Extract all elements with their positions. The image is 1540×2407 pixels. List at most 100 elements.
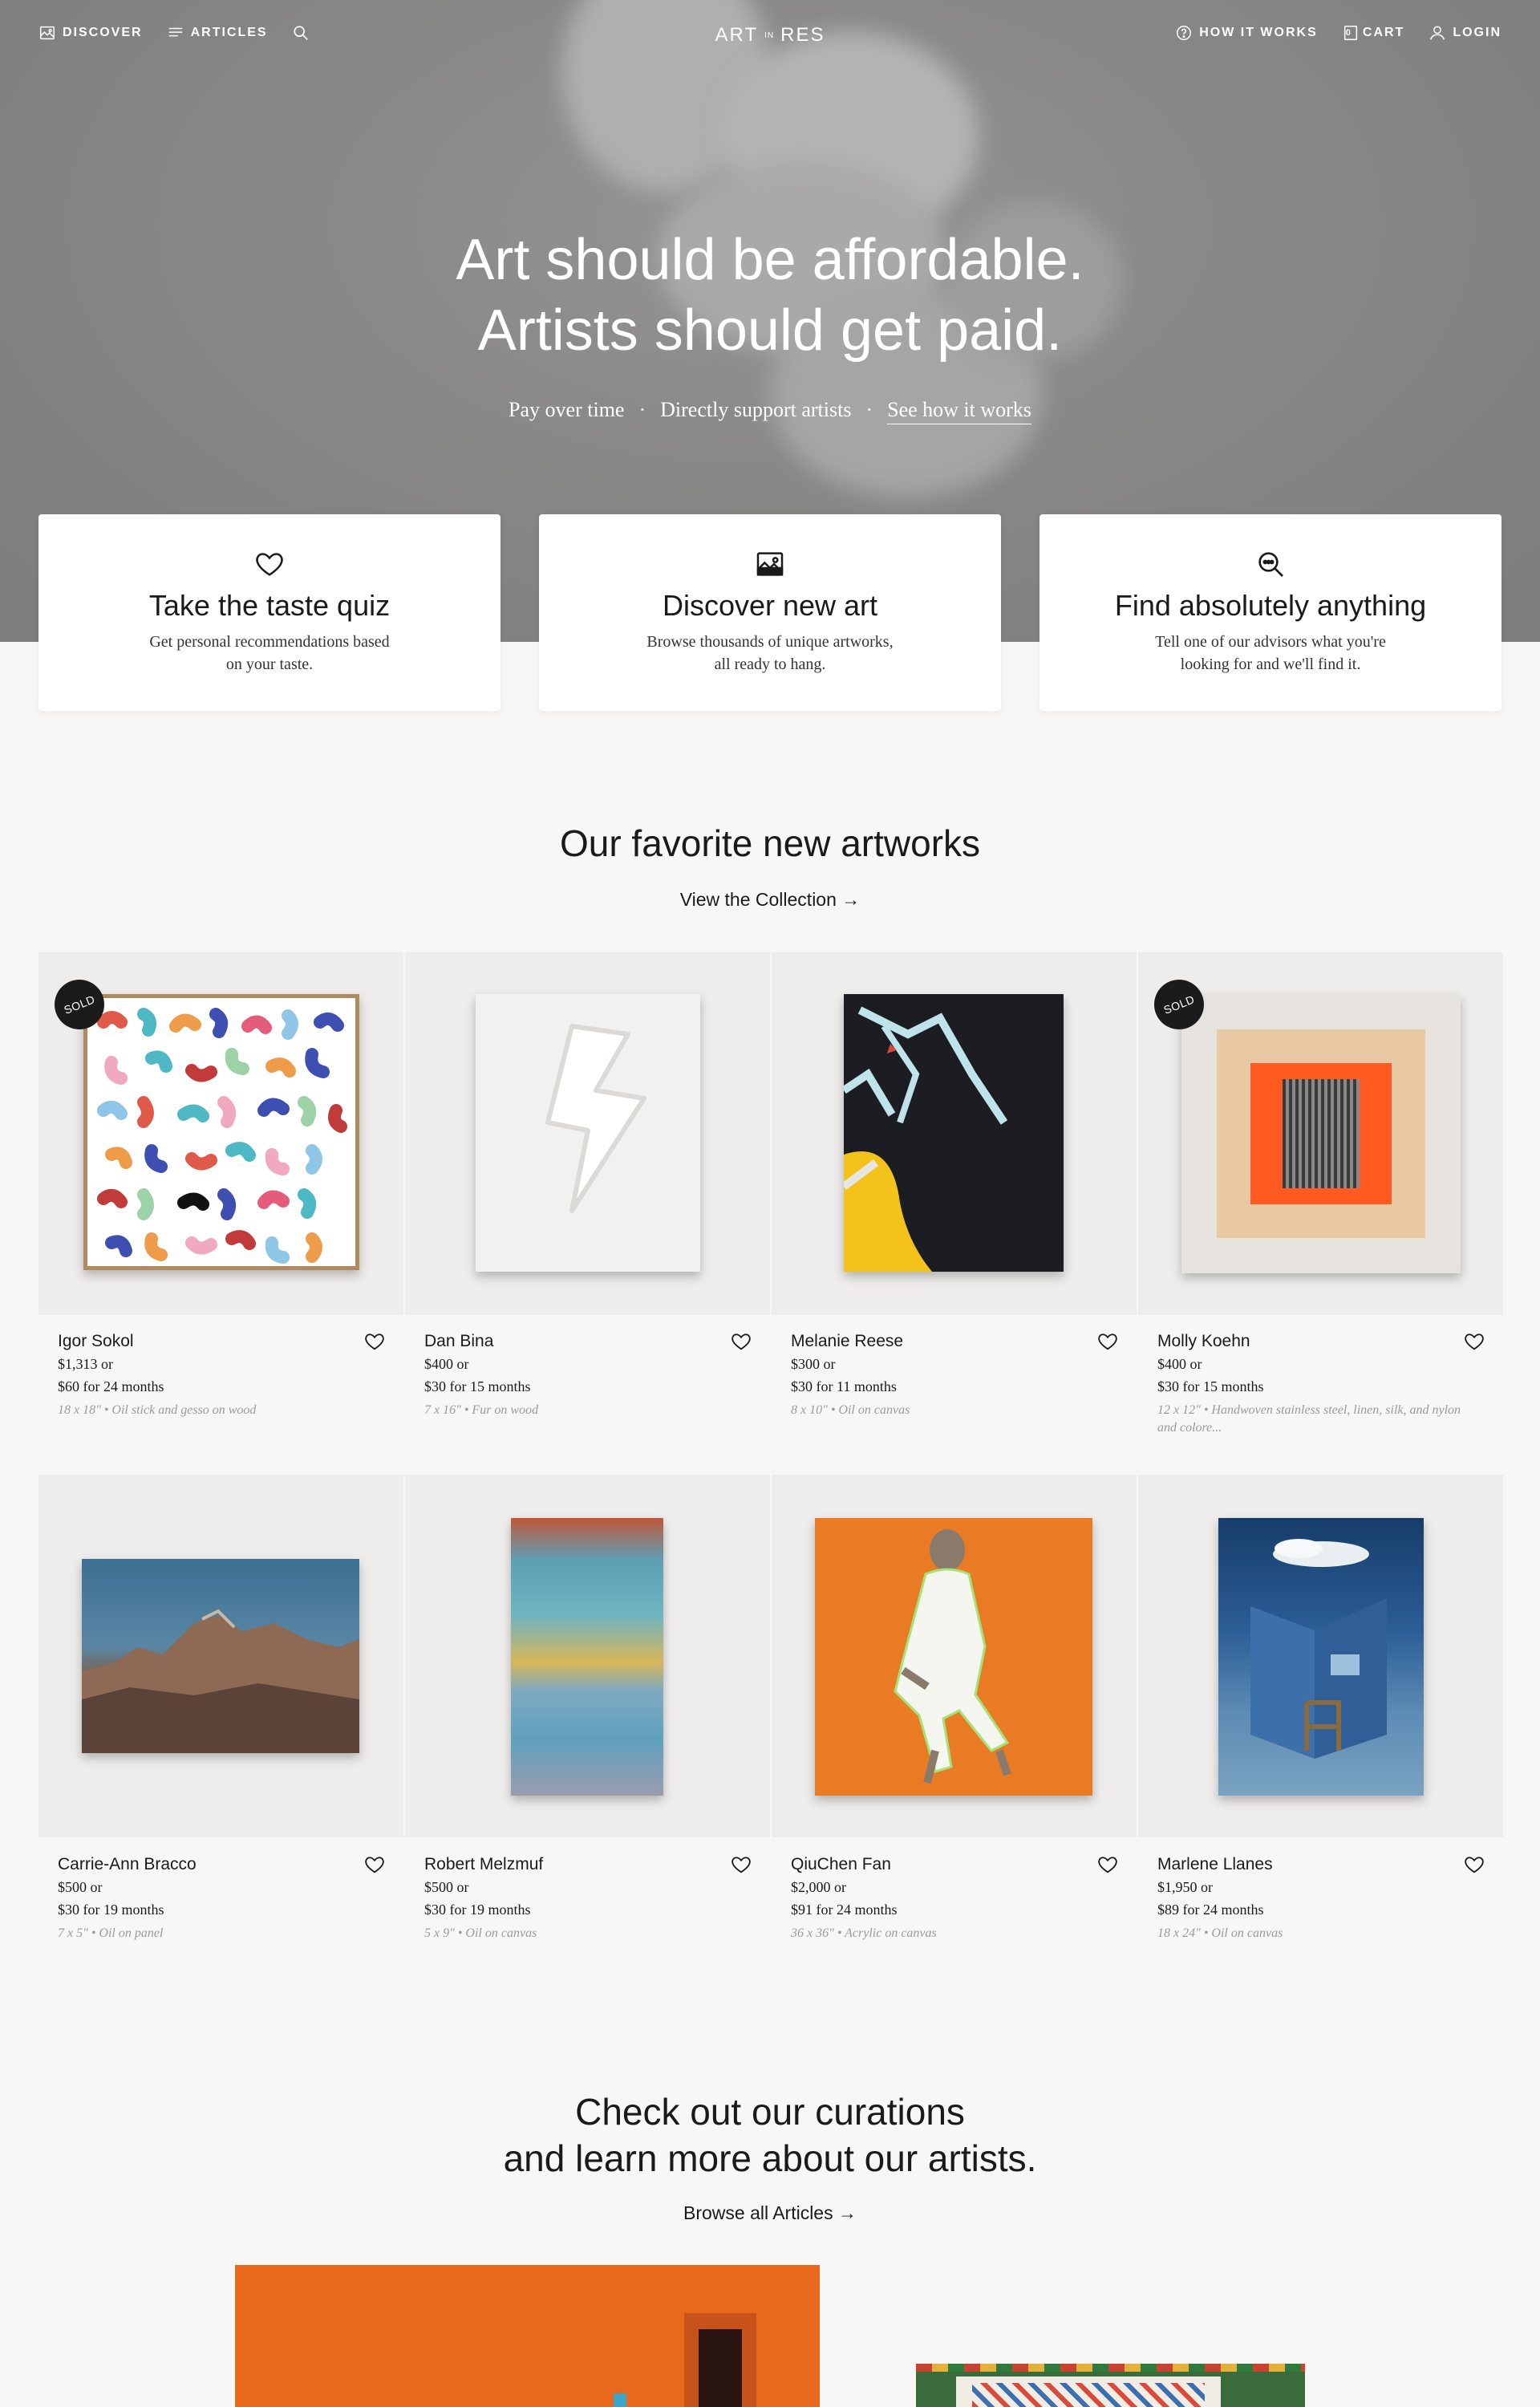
artwork-painting xyxy=(476,994,700,1272)
list-icon xyxy=(168,27,182,37)
artwork-card-image[interactable] xyxy=(772,1475,1137,1837)
hero-sub-support-artists: Directly support artists xyxy=(660,398,852,421)
nav-login[interactable]: LOGIN xyxy=(1429,24,1502,42)
search-chat-icon xyxy=(1258,552,1283,577)
hero-headline-line2: Artists should get paid. xyxy=(477,298,1063,363)
hero-headline: Art should be affordable. Artists should… xyxy=(0,225,1540,366)
artwork-details: 36 x 36" • Acrylic on canvas xyxy=(791,1926,937,1940)
nav-articles-label: ARTICLES xyxy=(190,26,268,39)
favorite-heart-icon[interactable] xyxy=(363,1853,386,1876)
artwork-painting xyxy=(82,1559,359,1753)
image-icon xyxy=(756,552,784,576)
artist-name[interactable]: Molly Koehn xyxy=(1157,1332,1250,1351)
nav-cart[interactable]: 0 CART xyxy=(1342,24,1405,42)
curations-title-line2: and learn more about our artists. xyxy=(503,2137,1037,2179)
artwork-card-image[interactable]: SOLD xyxy=(1138,952,1503,1315)
artwork-painting xyxy=(511,1518,663,1796)
artist-name[interactable]: Melanie Reese xyxy=(791,1332,903,1351)
favorite-heart-icon[interactable] xyxy=(1096,1330,1119,1353)
feature-description: Tell one of our advisors what you're loo… xyxy=(1155,633,1386,673)
artwork-price: $400 or xyxy=(1157,1356,1202,1372)
artist-name[interactable]: Dan Bina xyxy=(424,1332,493,1351)
feature-description: Browse thousands of unique artworks, all… xyxy=(646,633,894,673)
hero-headline-line1: Art should be affordable. xyxy=(456,228,1084,292)
artwork-painting xyxy=(844,994,1064,1272)
artwork-price: $400 or xyxy=(424,1356,469,1372)
nav-cart-label: CART xyxy=(1362,26,1405,39)
artwork-price: $500 or xyxy=(424,1879,469,1895)
hero-subheadline: Pay over time · Directly support artists… xyxy=(0,398,1540,424)
browse-articles-link[interactable]: Browse all Articles → xyxy=(683,2202,857,2223)
hero-see-how-it-works-link[interactable]: See how it works xyxy=(887,398,1031,424)
feature-card-discover[interactable]: Discover new art Browse thousands of uni… xyxy=(539,514,1001,711)
favorite-heart-icon[interactable] xyxy=(1463,1330,1485,1353)
favorite-heart-icon[interactable] xyxy=(1463,1853,1485,1876)
artwork-monthly: $60 for 24 months xyxy=(58,1378,164,1394)
hero-sub-separator: · xyxy=(638,398,646,421)
artwork-card-image[interactable] xyxy=(38,1475,403,1837)
artwork-painting xyxy=(1181,994,1461,1273)
nav-how-it-works[interactable]: HOW IT WORKS xyxy=(1175,24,1318,42)
artwork-monthly: $30 for 11 months xyxy=(791,1378,897,1394)
artwork-details: 18 x 18" • Oil stick and gesso on wood xyxy=(58,1403,257,1417)
site-logo[interactable]: ART IN RES xyxy=(715,24,825,47)
favorite-heart-icon[interactable] xyxy=(363,1330,386,1353)
artwork-card-image[interactable] xyxy=(405,1475,770,1837)
artwork-card-image[interactable] xyxy=(1138,1475,1503,1837)
painting-abstract-black-yellow xyxy=(844,1006,1008,1272)
painting-mountains xyxy=(82,1609,359,1753)
cart-count: 0 xyxy=(1345,28,1351,38)
artwork-price: $500 or xyxy=(58,1879,103,1895)
artwork-price: $1,950 or xyxy=(1157,1879,1213,1895)
logo-text-in: IN xyxy=(764,30,775,40)
artist-name[interactable]: Robert Melzmuf xyxy=(424,1855,543,1874)
artwork-details: 5 x 9" • Oil on canvas xyxy=(424,1926,537,1940)
artwork-card-image[interactable]: SOLD xyxy=(38,952,403,1315)
artwork-monthly: $91 for 24 months xyxy=(791,1902,898,1918)
article-card-image[interactable] xyxy=(235,2265,820,2407)
search-icon xyxy=(293,26,308,40)
feature-description: Get personal recommendations based on yo… xyxy=(149,633,390,673)
nav-discover[interactable]: DISCOVER xyxy=(38,24,143,42)
painting-seated-figure xyxy=(894,1529,1011,1784)
hero-sub-separator: · xyxy=(865,398,873,421)
nav-login-label: LOGIN xyxy=(1453,26,1502,39)
artwork-details: 18 x 24" • Oil on canvas xyxy=(1157,1926,1283,1940)
artist-name[interactable]: Carrie-Ann Bracco xyxy=(58,1855,197,1874)
logo-text-res: RES xyxy=(780,24,825,46)
question-icon xyxy=(1177,26,1192,40)
view-collection-link-wrap: View the Collection → xyxy=(0,889,1540,911)
curations-title: Check out our curations and learn more a… xyxy=(0,2088,1540,2182)
artist-name[interactable]: Igor Sokol xyxy=(58,1332,134,1351)
nav-articles[interactable]: ARTICLES xyxy=(167,24,268,42)
nav-how-it-works-label: HOW IT WORKS xyxy=(1199,26,1318,39)
artwork-card-image[interactable] xyxy=(772,952,1137,1315)
article-card-image[interactable] xyxy=(916,2364,1305,2407)
artwork-monthly: $89 for 24 months xyxy=(1157,1902,1264,1918)
painting-fur-lightning xyxy=(545,1024,646,1213)
view-collection-link[interactable]: View the Collection → xyxy=(680,889,861,910)
favorite-heart-icon[interactable] xyxy=(730,1330,752,1353)
favorite-heart-icon[interactable] xyxy=(730,1853,752,1876)
artwork-painting xyxy=(815,1518,1092,1796)
artist-name[interactable]: Marlene Llanes xyxy=(1157,1855,1273,1874)
top-nav: DISCOVER ARTICLES ART IN RES HOW IT WORK… xyxy=(38,24,1502,48)
artwork-price: $2,000 or xyxy=(791,1879,846,1895)
nav-search[interactable] xyxy=(292,24,310,42)
browse-articles-link-wrap: Browse all Articles → xyxy=(0,2202,1540,2224)
painting-surreal-chair xyxy=(1250,1539,1387,1759)
artwork-card-image[interactable] xyxy=(405,952,770,1315)
artwork-painting xyxy=(1218,1518,1424,1796)
artwork-details: 7 x 5" • Oil on panel xyxy=(58,1926,164,1940)
artist-name[interactable]: QiuChen Fan xyxy=(791,1855,891,1874)
artwork-price: $1,313 or xyxy=(58,1356,113,1372)
favorite-heart-icon[interactable] xyxy=(1096,1853,1119,1876)
feature-card-taste-quiz[interactable]: Take the taste quiz Get personal recomme… xyxy=(38,514,500,711)
painting-colorful-shapes xyxy=(97,1008,347,1264)
artwork-monthly: $30 for 15 months xyxy=(1157,1378,1264,1394)
feature-title: Take the taste quiz xyxy=(148,589,391,622)
logo-text-art: ART xyxy=(715,24,759,46)
artwork-price: $300 or xyxy=(791,1356,836,1372)
nav-left: DISCOVER ARTICLES xyxy=(38,24,310,42)
feature-card-find-anything[interactable]: Find absolutely anything Tell one of our… xyxy=(1040,514,1502,711)
